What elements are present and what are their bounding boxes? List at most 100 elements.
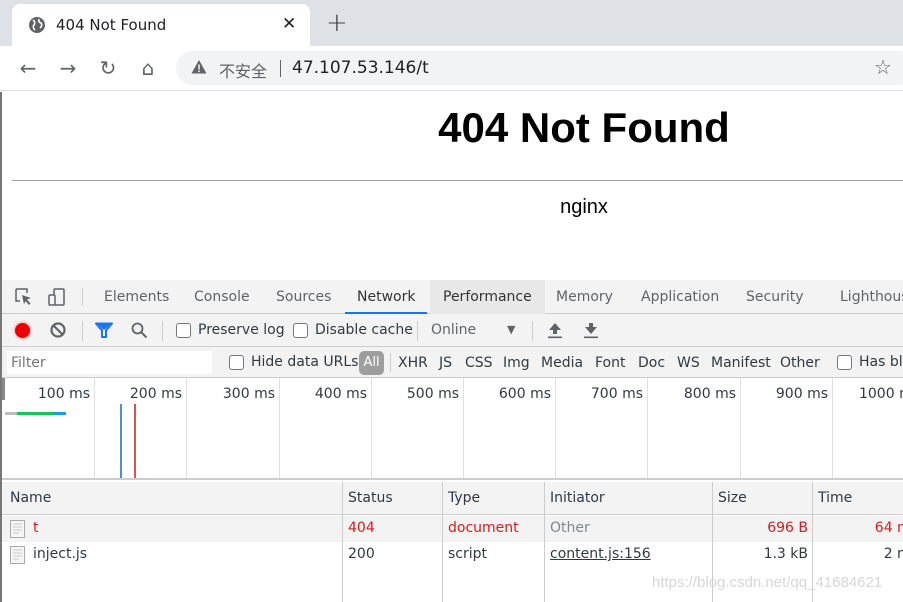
request-status: 404	[348, 520, 375, 536]
column-header-initiator[interactable]: Initiator	[550, 490, 605, 506]
page-content: 404 Not Found nginx	[0, 92, 903, 280]
device-toolbar-icon[interactable]	[48, 288, 66, 306]
search-icon[interactable]	[131, 322, 148, 339]
request-waiting-segment	[5, 412, 17, 415]
request-initiator-link[interactable]: content.js:156	[550, 546, 651, 562]
filter-type-other[interactable]: Other	[780, 355, 820, 371]
browser-tab[interactable]: 404 Not Found ✕	[12, 4, 310, 46]
column-divider[interactable]	[544, 482, 545, 602]
filter-type-font[interactable]: Font	[595, 355, 625, 371]
column-header-status[interactable]: Status	[348, 490, 393, 506]
server-name: nginx	[560, 196, 608, 218]
request-ttfb-segment	[17, 412, 54, 415]
network-overview-timeline[interactable]: 100 ms 200 ms 300 ms 400 ms 500 ms 600 ms 700 …	[2, 378, 903, 480]
divider	[417, 321, 418, 341]
reload-button[interactable]: ↻	[96, 56, 120, 80]
table-row[interactable]: inject.js 200 script content.js:156 1.3 …	[2, 542, 903, 568]
browser-toolbar: ← → ↻ ⌂ 不安全 47.107.53.146/t ☆	[0, 46, 903, 91]
tab-network[interactable]: Network	[345, 280, 428, 314]
close-tab-icon[interactable]: ✕	[282, 14, 296, 34]
filter-type-css[interactable]: CSS	[465, 355, 493, 371]
warning-icon[interactable]	[191, 59, 207, 75]
filter-icon[interactable]	[95, 322, 113, 339]
not-secure-label[interactable]: 不安全	[219, 58, 267, 82]
tab-application[interactable]: Application	[629, 280, 731, 314]
address-bar[interactable]: 不安全 47.107.53.146/t ☆	[176, 51, 903, 85]
filter-type-doc[interactable]: Doc	[638, 355, 665, 371]
timeline-tick-label: 700 ms	[590, 386, 643, 402]
column-header-size[interactable]: Size	[718, 490, 747, 506]
load-marker	[134, 404, 136, 478]
timeline-tick-label: 100 ms	[37, 386, 90, 402]
filter-type-media[interactable]: Media	[541, 355, 583, 371]
tab-sources[interactable]: Sources	[264, 280, 343, 314]
has-blocked-cookies-label[interactable]: Has blocked cookies	[859, 354, 903, 370]
has-blocked-cookies-checkbox[interactable]	[837, 355, 852, 370]
table-row[interactable]: t 404 document Other 696 B 64 ms	[2, 516, 903, 542]
request-time: 2 ms	[883, 546, 903, 562]
tab-performance[interactable]: Performance	[430, 280, 545, 314]
timeline-tick-label: 1000 ms	[858, 386, 903, 402]
throttling-select[interactable]: Online	[431, 322, 476, 338]
network-toolbar: Preserve log Disable cache Online ▼	[2, 314, 903, 347]
hide-data-urls-checkbox[interactable]	[229, 355, 244, 370]
table-header: Name Status Type Initiator Size Time	[2, 482, 903, 515]
filter-type-manifest[interactable]: Manifest	[711, 355, 771, 371]
divider	[390, 353, 391, 372]
timeline-tick-label: 500 ms	[406, 386, 459, 402]
export-har-icon[interactable]	[583, 322, 599, 339]
page-heading: 404 Not Found	[438, 104, 730, 151]
filter-input[interactable]	[7, 351, 212, 374]
globe-icon	[29, 17, 45, 33]
divider	[12, 180, 903, 181]
filter-type-img[interactable]: Img	[503, 355, 530, 371]
preserve-log-checkbox[interactable]	[176, 323, 191, 338]
clear-icon[interactable]	[50, 322, 66, 338]
filter-bar: Hide data URLs All XHR JS CSS Img Media …	[2, 347, 903, 378]
forward-button[interactable]: →	[56, 56, 80, 80]
divider	[82, 321, 83, 341]
tab-security[interactable]: Security	[734, 280, 816, 314]
disable-cache-checkbox[interactable]	[293, 323, 308, 338]
hide-data-urls-label[interactable]: Hide data URLs	[251, 354, 358, 370]
filter-type-xhr[interactable]: XHR	[398, 355, 428, 371]
new-tab-button[interactable]: +	[326, 8, 348, 38]
home-button[interactable]: ⌂	[136, 56, 160, 80]
timeline-tick-label: 300 ms	[222, 386, 275, 402]
request-initiator: Other	[550, 520, 590, 536]
record-button[interactable]	[15, 323, 30, 338]
divider	[532, 321, 533, 341]
request-type: document	[448, 520, 519, 536]
request-name[interactable]: inject.js	[33, 546, 87, 562]
request-size: 696 B	[767, 520, 808, 536]
divider	[280, 60, 281, 77]
timeline-tick-label: 600 ms	[498, 386, 551, 402]
tab-lighthouse[interactable]: Lighthouse	[828, 280, 903, 314]
disable-cache-label[interactable]: Disable cache	[315, 322, 413, 338]
preserve-log-label[interactable]: Preserve log	[198, 322, 285, 338]
tab-console[interactable]: Console	[182, 280, 262, 314]
filter-type-all[interactable]: All	[359, 351, 384, 375]
column-header-time[interactable]: Time	[818, 490, 852, 506]
filter-type-js[interactable]: JS	[439, 355, 452, 371]
watermark: https://blog.csdn.net/qq_41684621	[652, 574, 883, 591]
import-har-icon[interactable]	[547, 322, 563, 339]
request-time: 64 ms	[874, 520, 903, 536]
document-file-icon	[10, 520, 25, 538]
column-divider[interactable]	[342, 482, 343, 602]
url-text[interactable]: 47.107.53.146/t	[292, 58, 429, 78]
tab-memory[interactable]: Memory	[544, 280, 625, 314]
back-button[interactable]: ←	[16, 56, 40, 80]
tab-elements[interactable]: Elements	[92, 280, 181, 314]
script-file-icon	[10, 546, 25, 564]
inspect-element-icon[interactable]	[15, 288, 33, 306]
request-name[interactable]: t	[33, 520, 39, 536]
column-header-name[interactable]: Name	[10, 490, 51, 506]
filter-type-ws[interactable]: WS	[677, 355, 700, 371]
column-divider[interactable]	[442, 482, 443, 602]
bookmark-star-icon[interactable]: ☆	[874, 55, 892, 79]
devtools-panel: Elements Console Sources Network Perform…	[0, 280, 903, 602]
timeline-tick-label: 400 ms	[314, 386, 367, 402]
chevron-down-icon[interactable]: ▼	[507, 323, 515, 336]
column-header-type[interactable]: Type	[448, 490, 480, 506]
